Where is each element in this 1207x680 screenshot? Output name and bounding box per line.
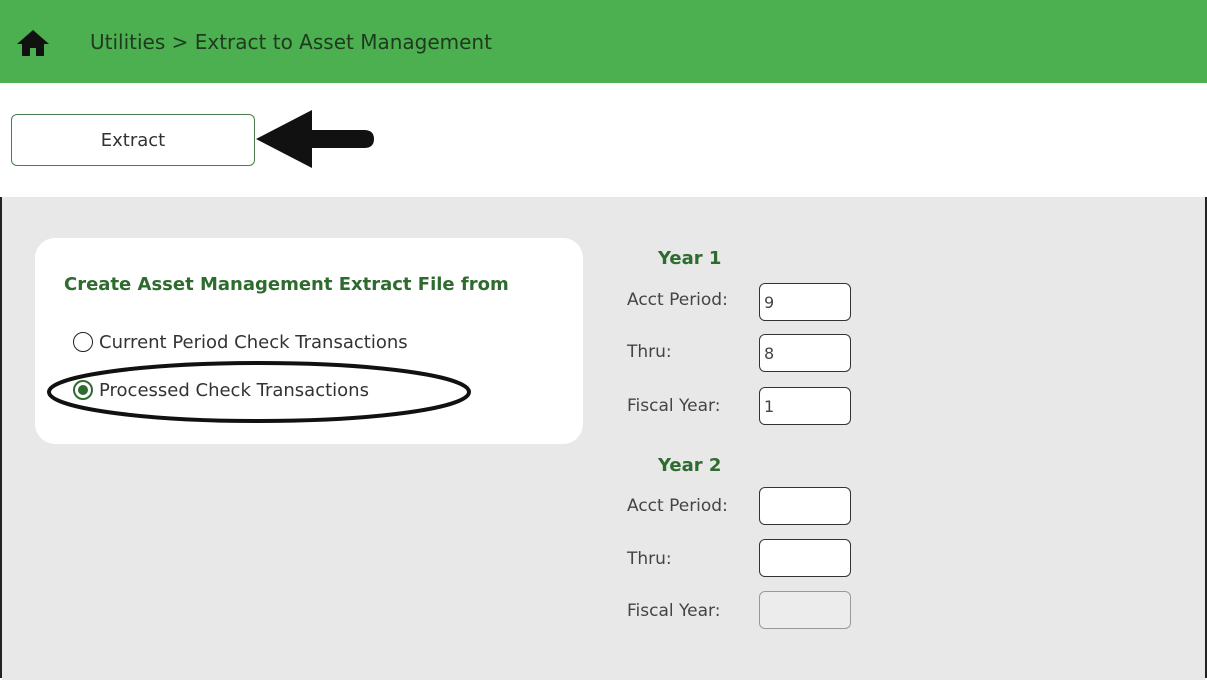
year1-acct-period-input[interactable] [759, 283, 851, 321]
year2-acct-period-input[interactable] [759, 487, 851, 525]
year2-acct-period-label: Acct Period: [627, 496, 728, 516]
year2-thru-label: Thru: [627, 549, 672, 569]
year1-thru-label: Thru: [627, 342, 672, 362]
radio-label-current-period: Current Period Check Transactions [99, 331, 408, 353]
year1-fiscal-year-input[interactable] [759, 387, 851, 425]
card-title: Create Asset Management Extract File fro… [64, 274, 509, 295]
year1-thru-input[interactable] [759, 334, 851, 372]
year2-thru-input[interactable] [759, 539, 851, 577]
arrow-left-annotation-icon [256, 110, 374, 168]
home-icon[interactable] [16, 28, 50, 58]
breadcrumb: Utilities > Extract to Asset Management [90, 30, 492, 54]
year1-acct-period-label: Acct Period: [627, 290, 728, 310]
extract-button[interactable]: Extract [11, 114, 255, 166]
year2-heading: Year 2 [658, 455, 722, 476]
year2-fiscal-year-input [759, 591, 851, 629]
year1-heading: Year 1 [658, 248, 722, 269]
year1-fiscal-year-label: Fiscal Year: [627, 396, 721, 416]
radio-button-unchecked[interactable] [73, 332, 93, 352]
radio-current-period[interactable]: Current Period Check Transactions [73, 329, 408, 355]
year2-fiscal-year-label: Fiscal Year: [627, 601, 721, 621]
highlight-ellipse-annotation [47, 361, 471, 423]
